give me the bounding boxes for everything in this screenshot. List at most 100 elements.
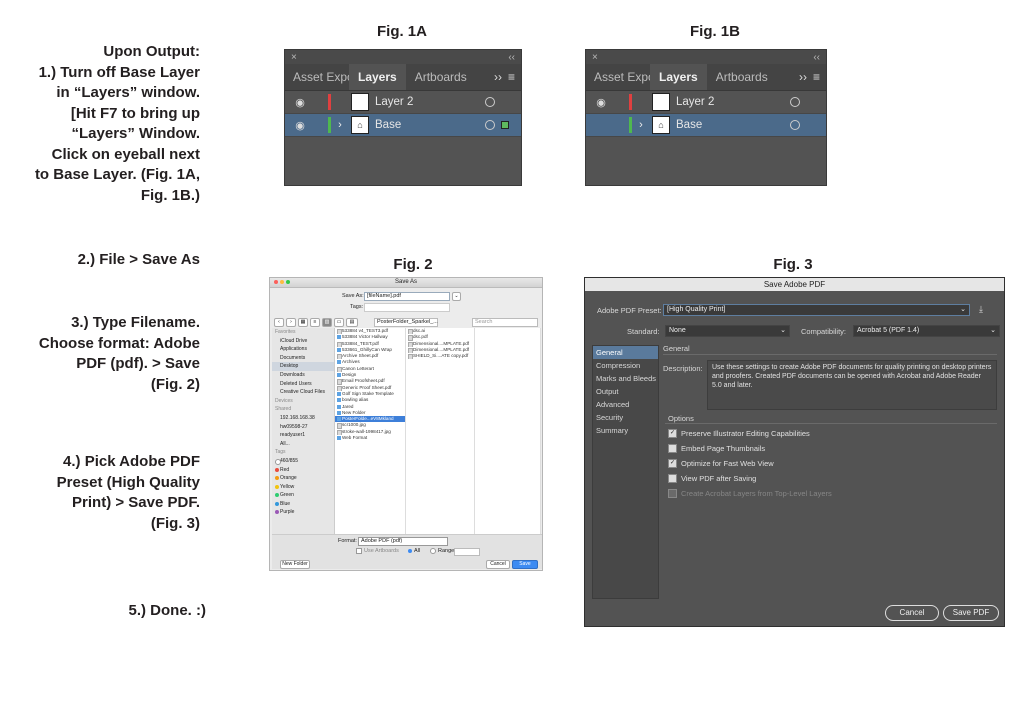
location-popup[interactable]: PosterFolder_Sparkel_... xyxy=(374,318,438,327)
sidebar-item-all[interactable]: All... xyxy=(272,440,334,449)
target-icon[interactable] xyxy=(485,120,495,130)
list-item[interactable]: SHIELD_Si....ATE copy.pdf xyxy=(406,353,474,360)
range-field[interactable] xyxy=(454,548,480,556)
search-field[interactable]: Search xyxy=(472,318,538,327)
layer-row-base[interactable]: ◉ › ⌂ Base xyxy=(285,114,521,137)
expand-arrow-icon[interactable]: › xyxy=(331,119,349,131)
eye-icon[interactable]: ◉ xyxy=(586,96,616,109)
option-view-pdf[interactable]: View PDF after Saving xyxy=(668,474,756,483)
option-preserve-editing[interactable]: ✓ Preserve Illustrator Editing Capabiliti… xyxy=(668,429,810,438)
sidebar-item-documents[interactable]: Documents xyxy=(272,354,334,363)
sidebar-item-applications[interactable]: Applications xyxy=(272,345,334,354)
back-icon[interactable]: ‹ xyxy=(274,318,284,327)
sidebar-tag[interactable]: Yellow xyxy=(272,483,334,492)
tag-label: Blue xyxy=(280,500,291,507)
expand-button[interactable]: ⌄ xyxy=(452,292,461,301)
sidebar-item-server[interactable]: readyuser1 xyxy=(272,431,334,440)
fig-1b-label: Fig. 1B xyxy=(689,23,740,40)
more-tabs-icon[interactable]: ›› xyxy=(799,70,807,84)
zoom-dot[interactable] xyxy=(286,280,290,284)
arrange-icon[interactable]: ▤ xyxy=(346,318,358,327)
sidebar-tag[interactable]: 460/855 xyxy=(272,457,334,466)
cancel-button[interactable]: Cancel xyxy=(486,560,510,569)
list-item[interactable]: Web Format xyxy=(335,435,405,441)
minimize-dot[interactable] xyxy=(280,280,284,284)
collapse-icon[interactable]: ‹‹ xyxy=(508,52,515,63)
standard-value: None xyxy=(669,327,686,334)
tab-artboards[interactable]: Artboards xyxy=(707,64,777,90)
sidebar-item-server[interactable]: hw09598-27 xyxy=(272,423,334,432)
compatibility-select[interactable]: Acrobat 5 (PDF 1.4) ⌄ xyxy=(853,325,1000,337)
panel-top-bar: × ‹‹ xyxy=(586,50,826,64)
target-icon[interactable] xyxy=(790,120,800,130)
tags-field[interactable] xyxy=(364,303,450,312)
layer-thumbnail: ⌂ xyxy=(351,116,369,134)
sidebar-tag[interactable]: Blue xyxy=(272,500,334,509)
close-icon[interactable]: × xyxy=(592,52,598,63)
format-select[interactable]: Adobe PDF (pdf) xyxy=(358,537,448,546)
sidebar-item-server[interactable]: 192.168.168.38 xyxy=(272,414,334,423)
sidebar-item-creative-cloud[interactable]: Creative Cloud Files xyxy=(272,388,334,397)
nav-summary[interactable]: Summary xyxy=(593,424,658,437)
sidebar-item-icloud-drive[interactable]: iCloud Drive xyxy=(272,337,334,346)
nav-general[interactable]: General xyxy=(593,346,658,359)
forward-icon[interactable]: › xyxy=(286,318,296,327)
nav-security[interactable]: Security xyxy=(593,411,658,424)
eye-icon[interactable]: ◉ xyxy=(285,96,315,109)
save-pdf-button[interactable]: Save PDF xyxy=(943,605,999,621)
cover-flow-icon[interactable]: ▭ xyxy=(334,318,344,327)
standard-label: Standard: xyxy=(627,327,660,336)
layer-row-base[interactable]: › ⌂ Base xyxy=(586,114,826,137)
sidebar-item-desktop[interactable]: Desktop xyxy=(272,362,334,371)
use-artboards-option[interactable]: Use Artboards xyxy=(356,548,399,554)
sidebar-item-downloads[interactable]: Downloads xyxy=(272,371,334,380)
tab-asset-export[interactable]: Asset Expo xyxy=(586,64,650,90)
tab-artboards[interactable]: Artboards xyxy=(406,64,476,90)
nav-marks-and-bleeds[interactable]: Marks and Bleeds xyxy=(593,372,658,385)
nav-output[interactable]: Output xyxy=(593,385,658,398)
target-icon[interactable] xyxy=(485,97,495,107)
option-embed-thumbnails[interactable]: Embed Page Thumbnails xyxy=(668,444,765,453)
nav-compression[interactable]: Compression xyxy=(593,359,658,372)
cancel-button[interactable]: Cancel xyxy=(885,605,939,621)
panel-menu-icon[interactable]: ≡ xyxy=(508,70,515,84)
step-3: 3.) Type Filename. Choose format: Adobe … xyxy=(38,314,200,393)
range-radio[interactable]: Range: xyxy=(430,548,456,554)
layer-row-layer2[interactable]: ◉ Layer 2 xyxy=(285,91,521,114)
close-icon[interactable]: × xyxy=(291,52,297,63)
layer-row-layer2[interactable]: ◉ Layer 2 xyxy=(586,91,826,114)
sidebar-tag[interactable]: Red xyxy=(272,466,334,475)
standard-select[interactable]: None ⌄ xyxy=(665,325,790,337)
all-radio[interactable]: All xyxy=(408,548,420,554)
icon-view-icon[interactable]: ▦ xyxy=(298,318,308,327)
tag-dot-icon xyxy=(275,467,279,472)
tab-layers[interactable]: Layers xyxy=(349,64,406,90)
collapse-icon[interactable]: ‹‹ xyxy=(813,52,820,63)
option-acrobat-layers: Create Acrobat Layers from Top-Level Lay… xyxy=(668,489,832,498)
expand-arrow-icon[interactable]: › xyxy=(632,119,650,131)
panel-menu-icon[interactable]: ≡ xyxy=(813,70,820,84)
eye-icon[interactable]: ◉ xyxy=(285,119,315,132)
new-folder-button[interactable]: New Folder xyxy=(280,560,310,569)
checkbox-icon xyxy=(668,444,677,453)
sidebar-item-deleted-users[interactable]: Deleted Users xyxy=(272,380,334,389)
target-icon[interactable] xyxy=(790,97,800,107)
close-dot[interactable] xyxy=(274,280,278,284)
sidebar-tag[interactable]: Green xyxy=(272,491,334,500)
option-label: Create Acrobat Layers from Top-Level Lay… xyxy=(681,489,832,498)
tab-asset-export[interactable]: Asset Expo xyxy=(285,64,349,90)
preset-select[interactable]: [High Quality Print] ⌄ xyxy=(663,304,970,316)
sidebar-tag[interactable]: Purple xyxy=(272,508,334,517)
tab-layers[interactable]: Layers xyxy=(650,64,707,90)
layer-name: Base xyxy=(676,119,703,131)
nav-advanced[interactable]: Advanced xyxy=(593,398,658,411)
more-tabs-icon[interactable]: ›› xyxy=(494,70,502,84)
list-view-icon[interactable]: ≡ xyxy=(310,318,320,327)
option-fast-web-view[interactable]: ✓ Optimize for Fast Web View xyxy=(668,459,774,468)
window-controls xyxy=(274,280,290,284)
sidebar-tag[interactable]: Orange xyxy=(272,474,334,483)
column-view-icon[interactable]: ▥ xyxy=(322,318,332,327)
save-preset-icon[interactable]: ⤓ xyxy=(979,304,983,315)
save-button[interactable]: Save xyxy=(512,560,538,569)
filename-field[interactable]: [fileName].pdf xyxy=(364,292,450,301)
